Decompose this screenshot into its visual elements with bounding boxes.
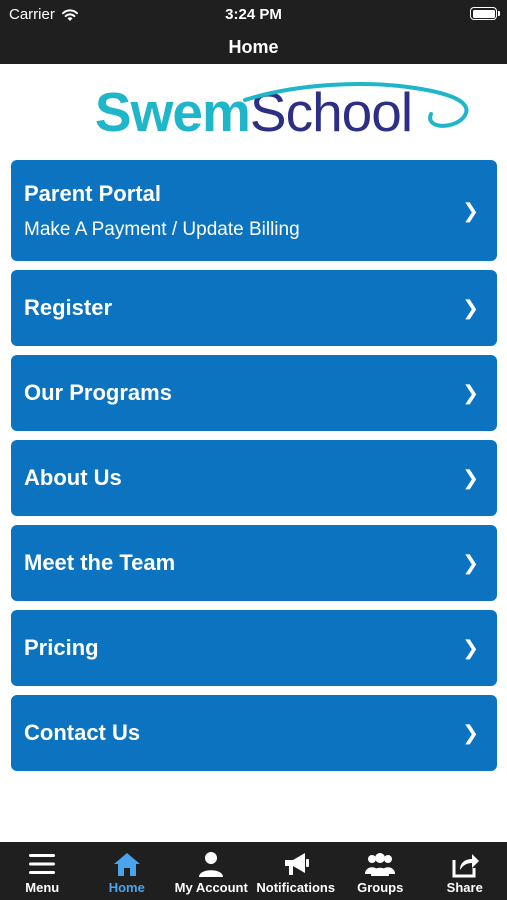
menu-item-about-us[interactable]: About Us ❯	[11, 440, 497, 516]
menu-item-title: Meet the Team	[24, 550, 176, 575]
menu-item-title: About Us	[24, 465, 122, 490]
home-icon	[113, 853, 140, 876]
hamburger-icon	[29, 854, 56, 874]
tab-share[interactable]: Share	[423, 842, 507, 900]
chevron-right-icon: ❯	[462, 467, 479, 490]
page-title: Home	[228, 37, 279, 57]
menu-item-register[interactable]: Register ❯	[11, 270, 497, 346]
top-bar: Carrier 3:24 PM Home	[0, 0, 507, 64]
tab-label: Home	[108, 880, 145, 895]
tab-bar: Menu Home My Account Notifications Group…	[0, 842, 507, 900]
logo-text-school: School	[249, 81, 413, 143]
menu-item-title: Register	[24, 295, 113, 320]
brand-logo: Swem School	[0, 72, 507, 152]
tab-label: Groups	[357, 880, 404, 895]
megaphone-icon	[284, 853, 309, 875]
tab-menu[interactable]: Menu	[0, 842, 85, 900]
status-time: 3:24 PM	[225, 6, 282, 23]
tab-home[interactable]: Home	[85, 842, 170, 900]
chevron-right-icon: ❯	[462, 200, 479, 222]
menu-item-pricing[interactable]: Pricing ❯	[11, 610, 497, 686]
chevron-right-icon: ❯	[462, 382, 479, 405]
tab-label: Menu	[25, 880, 60, 895]
menu-item-contact-us[interactable]: Contact Us ❯	[11, 695, 497, 771]
chevron-right-icon: ❯	[462, 722, 479, 745]
chevron-right-icon: ❯	[462, 552, 479, 575]
tab-my-account[interactable]: My Account	[169, 842, 254, 900]
app-screen: Carrier 3:24 PM Home Swem School Parent …	[0, 0, 507, 900]
menu-item-title: Parent Portal	[24, 180, 161, 206]
tab-label: Share	[446, 880, 483, 895]
menu-item-subtitle: Make A Payment / Update Billing	[24, 218, 300, 240]
group-icon	[365, 853, 396, 876]
menu-item-title: Pricing	[24, 635, 99, 660]
chevron-right-icon: ❯	[462, 297, 479, 320]
menu-item-title: Our Programs	[24, 380, 172, 405]
tab-notifications[interactable]: Notifications	[254, 842, 339, 900]
tab-groups[interactable]: Groups	[338, 842, 423, 900]
menu-item-our-programs[interactable]: Our Programs ❯	[11, 355, 497, 431]
menu-item-parent-portal[interactable]: Parent Portal Make A Payment / Update Bi…	[11, 160, 497, 261]
status-bar: Carrier 3:24 PM	[0, 0, 507, 28]
chevron-right-icon: ❯	[462, 637, 479, 660]
share-icon	[452, 854, 479, 878]
menu-item-meet-the-team[interactable]: Meet the Team ❯	[11, 525, 497, 601]
menu-item-title: Contact Us	[24, 720, 141, 745]
logo-text-swem: Swem	[94, 81, 251, 143]
tab-label: Notifications	[256, 880, 336, 895]
tab-label: My Account	[174, 880, 248, 895]
person-icon	[199, 852, 224, 877]
main-menu: Parent Portal Make A Payment / Update Bi…	[11, 160, 497, 780]
battery-icon	[470, 7, 500, 20]
